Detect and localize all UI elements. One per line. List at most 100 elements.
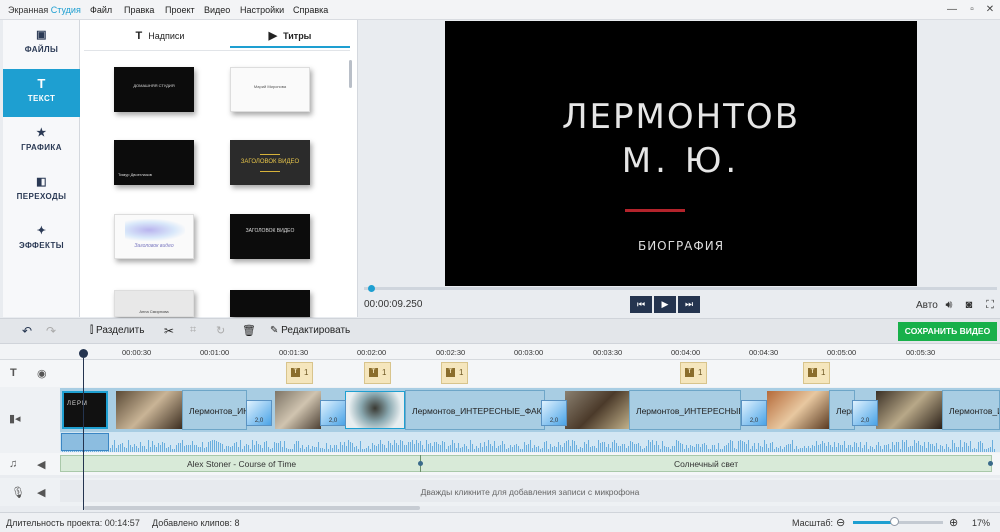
waveform-bar — [228, 446, 229, 452]
waveform-bar — [162, 442, 163, 452]
eye-icon[interactable]: ◉ — [37, 367, 47, 380]
zoom-value: 17% — [972, 518, 991, 528]
quality-auto[interactable]: Авто — [916, 300, 938, 311]
timeline-scrollbar[interactable] — [84, 506, 420, 510]
waveform-bar — [332, 448, 333, 452]
clip-thumbnail[interactable] — [767, 391, 829, 429]
restore-icon[interactable]: ▫ — [965, 3, 979, 17]
minimize-icon[interactable]: — — [945, 3, 959, 17]
music-clip-handle[interactable] — [988, 461, 993, 466]
clip-thumbnail[interactable] — [345, 391, 405, 429]
play-button[interactable]: ▶ — [654, 296, 676, 313]
sidebar-item-text[interactable]: T ТЕКСТ — [3, 69, 80, 117]
title-marker[interactable]: T1 — [680, 362, 707, 384]
clip-thumbnail[interactable] — [116, 391, 182, 429]
playhead-line[interactable] — [83, 358, 84, 510]
title-marker[interactable]: T1 — [803, 362, 830, 384]
waveform-bar — [456, 448, 457, 452]
menu-video[interactable]: Видео — [204, 5, 230, 15]
waveform-bar — [348, 440, 349, 452]
video-clip[interactable]: Лермонтов_ИНТЕРЕСНЫЕ_ФАКТЫ — [405, 390, 545, 430]
fullscreen-icon[interactable]: ⛶ — [983, 298, 997, 312]
clip-thumbnail[interactable] — [876, 391, 942, 429]
title-marker[interactable]: T1 — [364, 362, 391, 384]
video-clip[interactable]: Лермонтов_И — [942, 390, 1000, 430]
prev-frame-button[interactable]: ⏮ — [630, 296, 652, 313]
undo-icon[interactable]: ↶ — [22, 324, 32, 338]
clip-audio-waveform[interactable] — [60, 432, 1000, 452]
scissors-icon[interactable]: ✂ — [164, 324, 174, 338]
transition-block[interactable]: 2,0 — [741, 400, 767, 426]
menu-project[interactable]: Проект — [165, 5, 195, 15]
title-template-thumb[interactable]: ДОМАШНЯЯ СТУДИЯ — [114, 67, 194, 112]
transition-block[interactable]: 2,0 — [246, 400, 272, 426]
title-marker[interactable]: T1 — [441, 362, 468, 384]
volume-icon[interactable]: ◀︎ — [37, 458, 45, 471]
sidebar-item-transitions[interactable]: ◧ ПЕРЕХОДЫ — [3, 167, 80, 215]
close-icon[interactable]: ✕ — [983, 3, 997, 17]
title-template-thumb[interactable]: Тимур Двоеглазов — [114, 140, 194, 185]
transition-block[interactable]: 2,0 — [320, 400, 346, 426]
trash-icon[interactable]: 🗑︎ — [242, 324, 256, 337]
waveform-bar — [274, 442, 275, 452]
tab-titles[interactable]: ▶ Титры — [230, 24, 350, 48]
title-template-thumb[interactable]: Заголовок видео — [114, 214, 194, 259]
transition-block[interactable]: 2,0 — [852, 400, 878, 426]
title-template-thumb[interactable]: ЗАГОЛОВОК ВИДЕО — [230, 214, 310, 259]
playback-progress-handle[interactable] — [368, 285, 375, 292]
zoom-out-icon[interactable]: ⊖ — [836, 516, 845, 529]
title-template-thumb[interactable] — [230, 290, 310, 317]
waveform-bar — [458, 443, 459, 452]
playhead-handle[interactable] — [79, 349, 88, 358]
tab-captions[interactable]: T Надписи — [120, 24, 200, 48]
crop-icon[interactable]: ⌗ — [190, 324, 196, 337]
waveform-bar — [894, 445, 895, 452]
waveform-bar — [142, 446, 143, 452]
title-template-thumb[interactable]: Марий Миронова — [230, 67, 310, 112]
camera-icon[interactable]: ◙ — [962, 298, 976, 312]
waveform-bar — [814, 446, 815, 452]
menu-file[interactable]: Файл — [90, 5, 112, 15]
title-marker[interactable]: T1 — [286, 362, 313, 384]
selected-audio-segment[interactable] — [61, 433, 109, 451]
video-preview[interactable]: ЛЕРМОНТОВ М. Ю. БИОГРАФИЯ — [445, 21, 917, 286]
sidebar-item-label: ПЕРЕХОДЫ — [16, 192, 67, 201]
video-clip[interactable]: Лермонтов_ИНТЕРЕСНЫЕ_Ф — [629, 390, 741, 430]
clip-thumbnail[interactable]: ЛЕРМ — [62, 391, 108, 429]
transition-block[interactable]: 2,0 — [541, 400, 567, 426]
playback-progress-track[interactable] — [364, 287, 997, 290]
zoom-in-icon[interactable]: ⊕ — [949, 516, 958, 529]
music-clip-handle[interactable] — [418, 461, 423, 466]
clip-thumbnail[interactable] — [275, 391, 321, 429]
menu-edit[interactable]: Правка — [124, 5, 154, 15]
split-button[interactable]: ⫿ Разделить — [90, 325, 144, 336]
sidebar-item-effects[interactable]: ✦ ЭФФЕКТЫ — [3, 216, 80, 264]
volume-icon[interactable]: 🔊︎ — [942, 298, 956, 312]
waveform-bar — [682, 444, 683, 452]
waveform-bar — [560, 445, 561, 452]
next-frame-button[interactable]: ⏭ — [678, 296, 700, 313]
waveform-bar — [928, 442, 929, 452]
waveform-bar — [946, 444, 947, 452]
waveform-bar — [204, 448, 205, 452]
sidebar-item-files[interactable]: ▣ ФАЙЛЫ — [3, 20, 80, 68]
waveform-bar — [112, 445, 113, 452]
volume-icon[interactable]: ◀︎ — [37, 486, 45, 499]
waveform-bar — [210, 441, 211, 452]
title-template-thumb[interactable]: ЗАГОЛОВОК ВИДЕО — [230, 140, 310, 185]
edit-button[interactable]: ✎ Редактировать — [270, 325, 350, 336]
waveform-bar — [496, 448, 497, 452]
zoom-slider-handle[interactable] — [890, 517, 899, 526]
title-template-thumb[interactable]: Анна Смирнова — [114, 290, 194, 317]
save-video-button[interactable]: СОХРАНИТЬ ВИДЕО — [898, 322, 997, 341]
waveform-bar — [784, 447, 785, 452]
rotate-icon[interactable]: ↻ — [216, 324, 225, 337]
waveform-bar — [992, 440, 993, 452]
redo-icon[interactable]: ↷ — [46, 324, 56, 338]
sidebar-item-graphics[interactable]: ★ ГРАФИКА — [3, 118, 80, 166]
menu-help[interactable]: Справка — [293, 5, 328, 15]
library-scrollbar[interactable] — [349, 60, 352, 88]
menu-settings[interactable]: Настройки — [240, 5, 284, 15]
clip-thumbnail[interactable] — [565, 391, 629, 429]
video-clip[interactable]: Лермонтов_ИН — [182, 390, 247, 430]
